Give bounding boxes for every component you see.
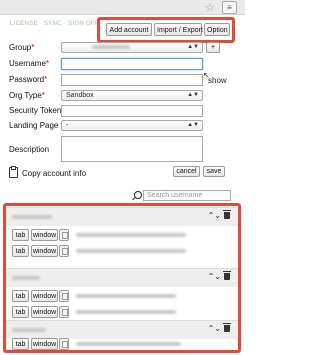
account-username [76, 233, 186, 237]
description-textarea[interactable] [61, 136, 203, 162]
open-tab-button[interactable]: tab [12, 229, 29, 241]
landing-page-label: Landing Page [9, 121, 59, 130]
open-tab-button[interactable]: tab [12, 290, 29, 302]
account-row: tab window [6, 338, 238, 353]
group-header[interactable]: ⌃⌄ [6, 207, 238, 226]
group-header[interactable]: ⌃⌄ [6, 320, 238, 339]
trash-icon[interactable] [223, 210, 231, 219]
open-window-button[interactable]: window [31, 338, 58, 350]
account-username [76, 310, 176, 314]
security-token-input[interactable] [61, 105, 203, 117]
account-username [76, 294, 176, 298]
account-row: tab window [6, 306, 238, 321]
reorder-icon[interactable]: ⌃⌄ [208, 272, 221, 281]
open-tab-button[interactable]: tab [12, 338, 29, 350]
license-links[interactable]: LICENSE · SYNC · SIGN OFF [10, 21, 99, 27]
description-label: Description [9, 145, 50, 154]
password-label: Password* [9, 75, 48, 84]
open-window-button[interactable]: window [31, 290, 58, 302]
group-name [12, 328, 46, 332]
group-name [12, 276, 40, 280]
group-header[interactable]: ⌃⌄ [6, 268, 238, 287]
copy-icon[interactable] [59, 306, 69, 318]
browser-toolbar: ☆ ≡ [0, 0, 245, 15]
org-type-select[interactable]: Sandbox ▲▼ [61, 90, 203, 101]
copy-icon[interactable] [59, 229, 69, 241]
trash-icon[interactable] [223, 271, 231, 280]
browser-menu-icon[interactable]: ≡ [222, 1, 237, 14]
landing-page-select[interactable]: - ▲▼ [61, 120, 203, 131]
account-row: tab window [6, 229, 238, 244]
group-label: Group* [9, 43, 35, 52]
open-window-button[interactable]: window [31, 229, 58, 241]
copy-icon[interactable] [59, 290, 69, 302]
bookmark-star-icon[interactable]: ☆ [205, 1, 215, 14]
copy-icon[interactable] [59, 245, 69, 257]
clipboard-icon [9, 166, 18, 178]
org-type-label: Org Type* [9, 91, 45, 100]
save-button[interactable]: save [203, 166, 225, 177]
search-input[interactable]: Search username [143, 190, 231, 201]
reorder-icon[interactable]: ⌃⌄ [208, 211, 221, 220]
cancel-button[interactable]: cancel [173, 166, 200, 177]
account-username [76, 249, 186, 253]
search-icon [134, 191, 142, 199]
group-name [12, 215, 52, 219]
account-row: tab window [6, 290, 238, 305]
copy-icon[interactable] [59, 338, 69, 350]
account-username [76, 342, 181, 346]
option-button[interactable]: Option [204, 23, 230, 36]
username-input[interactable] [61, 58, 203, 70]
import-export-button[interactable]: Import / Export [154, 23, 203, 36]
open-tab-button[interactable]: tab [12, 306, 29, 318]
copy-account-info[interactable]: Copy account info [9, 166, 86, 178]
username-label: Username* [9, 59, 50, 68]
open-tab-button[interactable]: tab [12, 245, 29, 257]
open-window-button[interactable]: window [31, 306, 58, 318]
security-token-label: Security Token [9, 106, 62, 115]
reorder-icon[interactable]: ⌃⌄ [208, 324, 221, 333]
add-account-button[interactable]: Add account [106, 23, 152, 36]
show-password-toggle[interactable]: show [208, 76, 227, 85]
add-group-button[interactable]: + [206, 42, 220, 53]
open-window-button[interactable]: window [31, 245, 58, 257]
group-select[interactable]: ▲▼ [61, 42, 203, 53]
account-row: tab window [6, 245, 238, 260]
password-input[interactable] [61, 74, 203, 86]
trash-icon[interactable] [223, 323, 231, 332]
